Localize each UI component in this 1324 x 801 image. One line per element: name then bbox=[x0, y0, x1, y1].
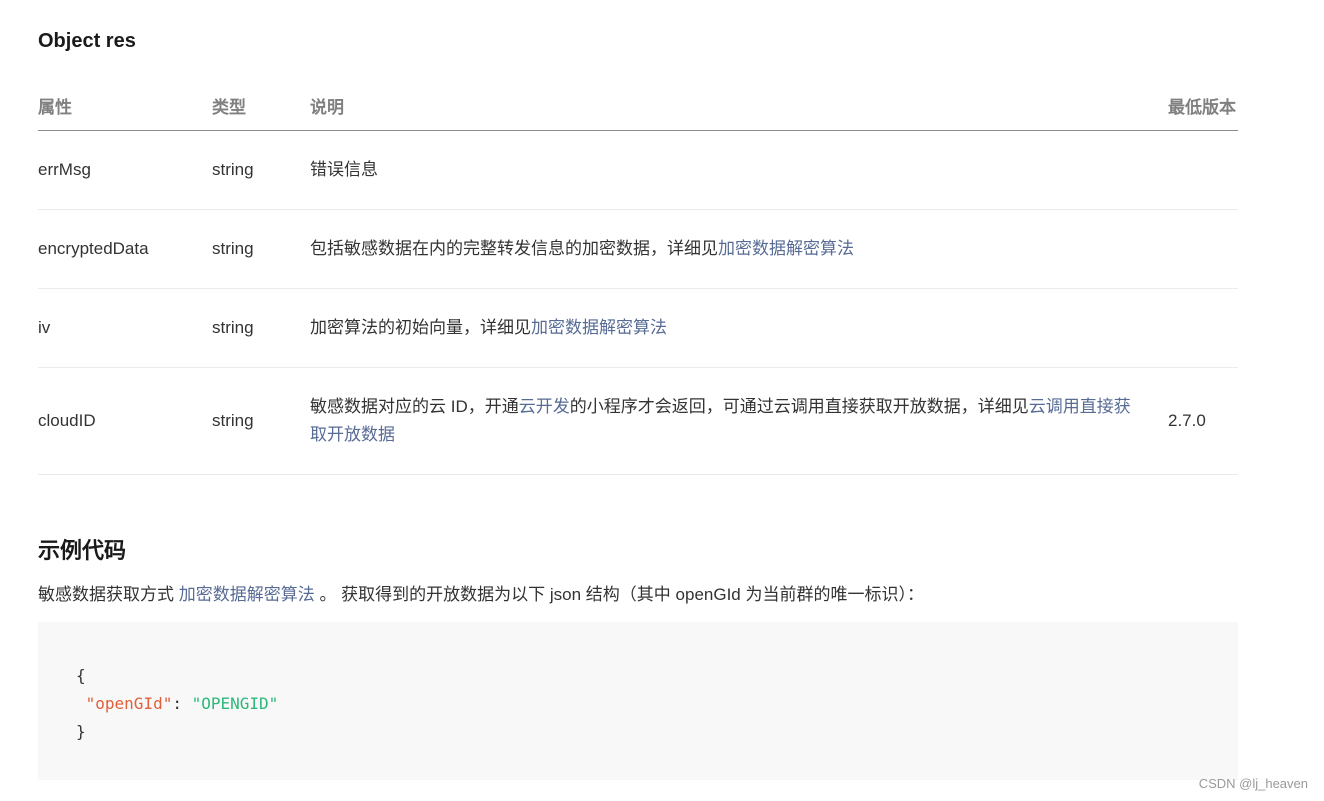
cell-type: string bbox=[212, 288, 310, 368]
code-open-brace: { bbox=[76, 666, 86, 685]
desc-text: 敏感数据对应的云 ID，开通 bbox=[310, 397, 519, 416]
code-value: "OPENGID" bbox=[191, 694, 279, 713]
cell-version bbox=[1168, 209, 1238, 289]
cell-attr: iv bbox=[38, 288, 212, 368]
header-version: 最低版本 bbox=[1168, 80, 1238, 131]
table-row: cloudID string 敏感数据对应的云 ID，开通云开发的小程序才会返回… bbox=[38, 367, 1238, 475]
cell-desc: 加密算法的初始向量，详细见加密数据解密算法 bbox=[310, 288, 1168, 368]
cell-desc: 错误信息 bbox=[310, 130, 1168, 210]
cloud-dev-link[interactable]: 云开发 bbox=[519, 397, 570, 416]
cell-attr: errMsg bbox=[38, 130, 212, 210]
desc-text: 包括敏感数据在内的完整转发信息的加密数据，详细见 bbox=[310, 239, 718, 258]
cell-version: 2.7.0 bbox=[1168, 367, 1238, 475]
example-title: 示例代码 bbox=[38, 538, 127, 563]
table-header-row: 属性 类型 说明 最低版本 bbox=[38, 80, 1238, 131]
desc-text: 加密算法的初始向量，详细见 bbox=[310, 318, 531, 337]
code-line: } bbox=[76, 718, 1238, 746]
table-row: errMsg string 错误信息 bbox=[38, 130, 1238, 210]
header-type: 类型 bbox=[212, 80, 310, 131]
table-row: encryptedData string 包括敏感数据在内的完整转发信息的加密数… bbox=[38, 209, 1238, 289]
cell-type: string bbox=[212, 130, 310, 210]
cell-attr: encryptedData bbox=[38, 209, 212, 289]
cell-version bbox=[1168, 130, 1238, 210]
code-colon: : bbox=[172, 694, 192, 713]
code-line: "openGId": "OPENGID" bbox=[76, 690, 1238, 718]
cell-desc: 包括敏感数据在内的完整转发信息的加密数据，详细见加密数据解密算法 bbox=[310, 209, 1168, 289]
cell-type: string bbox=[212, 209, 310, 289]
code-key: "openGId" bbox=[85, 694, 173, 713]
table-row: iv string 加密算法的初始向量，详细见加密数据解密算法 bbox=[38, 288, 1238, 368]
cell-type: string bbox=[212, 367, 310, 475]
code-close-brace: } bbox=[76, 722, 86, 741]
desc-text: 的小程序才会返回，可通过云调用直接获取开放数据，详细见 bbox=[569, 397, 1029, 416]
desc-text: 错误信息 bbox=[310, 160, 378, 179]
decrypt-algorithm-link[interactable]: 加密数据解密算法 bbox=[531, 318, 667, 337]
cell-version bbox=[1168, 288, 1238, 368]
cell-attr: cloudID bbox=[38, 367, 212, 475]
header-attr: 属性 bbox=[38, 80, 212, 131]
example-decrypt-link[interactable]: 加密数据解密算法 bbox=[179, 585, 315, 604]
example-desc-suffix: 。 获取得到的开放数据为以下 json 结构（其中 openGId 为当前群的唯… bbox=[314, 585, 924, 604]
code-line: { bbox=[76, 662, 1238, 690]
cell-desc: 敏感数据对应的云 ID，开通云开发的小程序才会返回，可通过云调用直接获取开放数据… bbox=[310, 367, 1168, 475]
doc-page: Object res 属性 类型 说明 最低版本 errMsg string 错… bbox=[0, 0, 1324, 801]
section-title: Object res bbox=[38, 30, 136, 52]
header-desc: 说明 bbox=[310, 80, 1168, 131]
properties-table: 属性 类型 说明 最低版本 errMsg string 错误信息 encrypt… bbox=[38, 80, 1238, 475]
example-description: 敏感数据获取方式 加密数据解密算法 。 获取得到的开放数据为以下 json 结构… bbox=[38, 580, 924, 605]
decrypt-algorithm-link[interactable]: 加密数据解密算法 bbox=[718, 239, 854, 258]
watermark: CSDN @lj_heaven bbox=[1198, 776, 1308, 791]
code-block: { "openGId": "OPENGID" } bbox=[38, 622, 1238, 780]
example-desc-prefix: 敏感数据获取方式 bbox=[38, 585, 179, 604]
